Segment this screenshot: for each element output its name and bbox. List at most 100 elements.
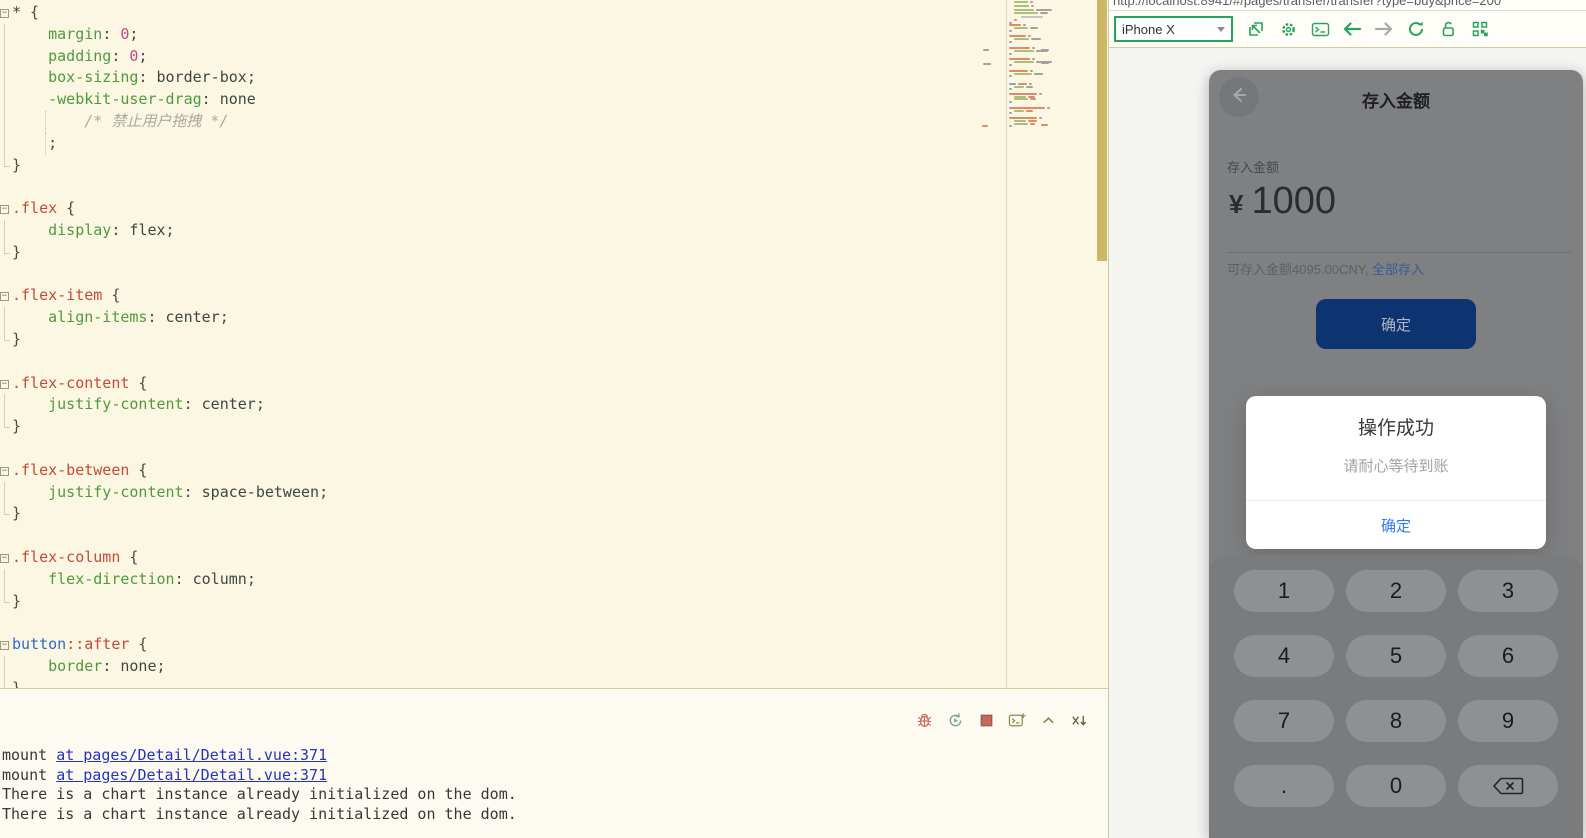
code-line: justify-content: center; (0, 394, 1108, 416)
back-icon[interactable] (1342, 19, 1362, 39)
console-line: There is a chart instance already initia… (2, 805, 517, 825)
console-line: mount at pages/Detail/Detail.vue:371 (2, 746, 517, 766)
dialog-ok-button[interactable]: 确定 (1246, 501, 1546, 549)
emulator-toolbar-icons (1246, 19, 1490, 39)
key-3[interactable]: 3 (1458, 570, 1558, 612)
console-panel: mount at pages/Detail/Detail.vue:371moun… (0, 689, 1108, 838)
new-terminal-icon[interactable] (1008, 711, 1026, 729)
code-line: −.flex-item { (0, 285, 1108, 307)
confirm-button[interactable]: 确定 (1316, 299, 1476, 349)
chevron-down-icon (1217, 27, 1225, 32)
code-line: −.flex-column { (0, 547, 1108, 569)
code-line: −button::after { (0, 634, 1108, 656)
device-select[interactable]: iPhone X (1114, 16, 1233, 42)
code-line: box-sizing: border-box; (0, 67, 1108, 89)
code-line: } (0, 416, 1108, 438)
code-line: −* { (0, 2, 1108, 24)
page-title: 存入金额 (1209, 87, 1583, 112)
fold-icon[interactable]: − (0, 467, 9, 476)
restart-icon[interactable] (946, 711, 964, 729)
debug-icon[interactable] (915, 711, 933, 729)
forward-icon (1374, 19, 1394, 39)
emulator-pane: http://localhost:8941/#/pages/transfer/t… (1108, 0, 1586, 838)
emulator-toolbar: iPhone X (1109, 11, 1586, 48)
device-select-value: iPhone X (1122, 22, 1217, 37)
code-line (0, 264, 1108, 286)
refresh-icon[interactable] (1406, 19, 1426, 39)
key-.[interactable]: . (1234, 765, 1334, 807)
key-8[interactable]: 8 (1346, 700, 1446, 742)
console-line: There is a chart instance already initia… (2, 785, 517, 805)
url-bar[interactable]: http://localhost:8941/#/pages/transfer/t… (1109, 0, 1586, 11)
emulator-viewport: 存入金额 存入金额 ¥ 1000 可存入金额4095.00CNY, 全部存入 确… (1109, 49, 1586, 838)
ide-left-pane: −* { margin: 0; padding: 0; box-sizing: … (0, 0, 1108, 838)
key-2[interactable]: 2 (1346, 570, 1446, 612)
currency-symbol: ¥ (1229, 189, 1243, 220)
terminal-icon[interactable] (1310, 19, 1330, 39)
code-line: -webkit-user-drag: none (0, 89, 1108, 111)
code-line: flex-direction: column; (0, 569, 1108, 591)
code-line: border: none; (0, 656, 1108, 678)
amount-label: 存入金额 (1227, 157, 1279, 176)
amount-value: 1000 (1251, 180, 1336, 223)
fold-icon[interactable]: − (0, 205, 9, 214)
stack-trace-link[interactable]: at pages/Detail/Detail.vue:371 (56, 746, 327, 764)
code-line (0, 612, 1108, 634)
success-dialog: 操作成功 请耐心等待到账 确定 (1246, 396, 1546, 549)
unlock-icon[interactable] (1438, 19, 1458, 39)
url-text: http://localhost:8941/#/pages/transfer/t… (1113, 0, 1501, 8)
console-toolbar (915, 711, 1088, 729)
code-editor[interactable]: −* { margin: 0; padding: 0; box-sizing: … (0, 0, 1108, 688)
key-5[interactable]: 5 (1346, 635, 1446, 677)
fold-icon[interactable]: − (0, 641, 9, 650)
key-9[interactable]: 9 (1458, 700, 1558, 742)
code-line: display: flex; (0, 220, 1108, 242)
collapse-icon[interactable] (1039, 711, 1057, 729)
settings-icon[interactable] (1278, 19, 1298, 39)
stop-icon[interactable] (977, 711, 995, 729)
key-6[interactable]: 6 (1458, 635, 1558, 677)
clear-icon[interactable] (1070, 711, 1088, 729)
code-line: ; (0, 133, 1108, 155)
fold-icon[interactable]: − (0, 292, 9, 301)
code-line: } (0, 503, 1108, 525)
key-backspace[interactable] (1458, 765, 1558, 807)
fold-icon[interactable]: − (0, 554, 9, 563)
code-line: justify-content: space-between; (0, 482, 1108, 504)
deposit-all-link[interactable]: 全部存入 (1372, 262, 1424, 277)
code-line: −.flex { (0, 198, 1108, 220)
dialog-title: 操作成功 (1246, 396, 1546, 440)
key-1[interactable]: 1 (1234, 570, 1334, 612)
code-line: padding: 0; (0, 46, 1108, 68)
stack-trace-link[interactable]: at pages/Detail/Detail.vue:371 (56, 766, 327, 784)
phone-screen: 存入金额 存入金额 ¥ 1000 可存入金额4095.00CNY, 全部存入 确… (1209, 70, 1583, 838)
key-4[interactable]: 4 (1234, 635, 1334, 677)
console-line: mount at pages/Detail/Detail.vue:371 (2, 766, 517, 786)
dialog-message: 请耐心等待到账 (1246, 455, 1546, 476)
balance-hint: 可存入金额4095.00CNY, 全部存入 (1227, 259, 1424, 278)
code-line (0, 176, 1108, 198)
code-line (0, 525, 1108, 547)
key-7[interactable]: 7 (1234, 700, 1334, 742)
code-line (0, 351, 1108, 373)
minimap-separator (1006, 0, 1007, 688)
qrcode-icon[interactable] (1470, 19, 1490, 39)
code-line: −.flex-between { (0, 460, 1108, 482)
editor-scrollbar[interactable] (1097, 0, 1107, 261)
scale-icon[interactable] (1246, 19, 1266, 39)
code-line: } (0, 591, 1108, 613)
input-underline (1227, 252, 1571, 253)
fold-icon[interactable]: − (0, 9, 9, 18)
code-line: /* 禁止用户拖拽 */ (0, 111, 1108, 133)
balance-text: 可存入金额4095.00CNY, (1227, 262, 1368, 277)
fold-icon[interactable]: − (0, 380, 9, 389)
code-line: align-items: center; (0, 307, 1108, 329)
key-0[interactable]: 0 (1346, 765, 1446, 807)
code-line (0, 438, 1108, 460)
numeric-keypad: 123 456 789. 0 (1209, 555, 1583, 838)
code-area[interactable]: −* { margin: 0; padding: 0; box-sizing: … (0, 2, 1108, 688)
code-line: } (0, 329, 1108, 351)
amount-input[interactable]: ¥ 1000 (1229, 180, 1336, 223)
code-line: } (0, 678, 1108, 688)
code-line: margin: 0; (0, 24, 1108, 46)
